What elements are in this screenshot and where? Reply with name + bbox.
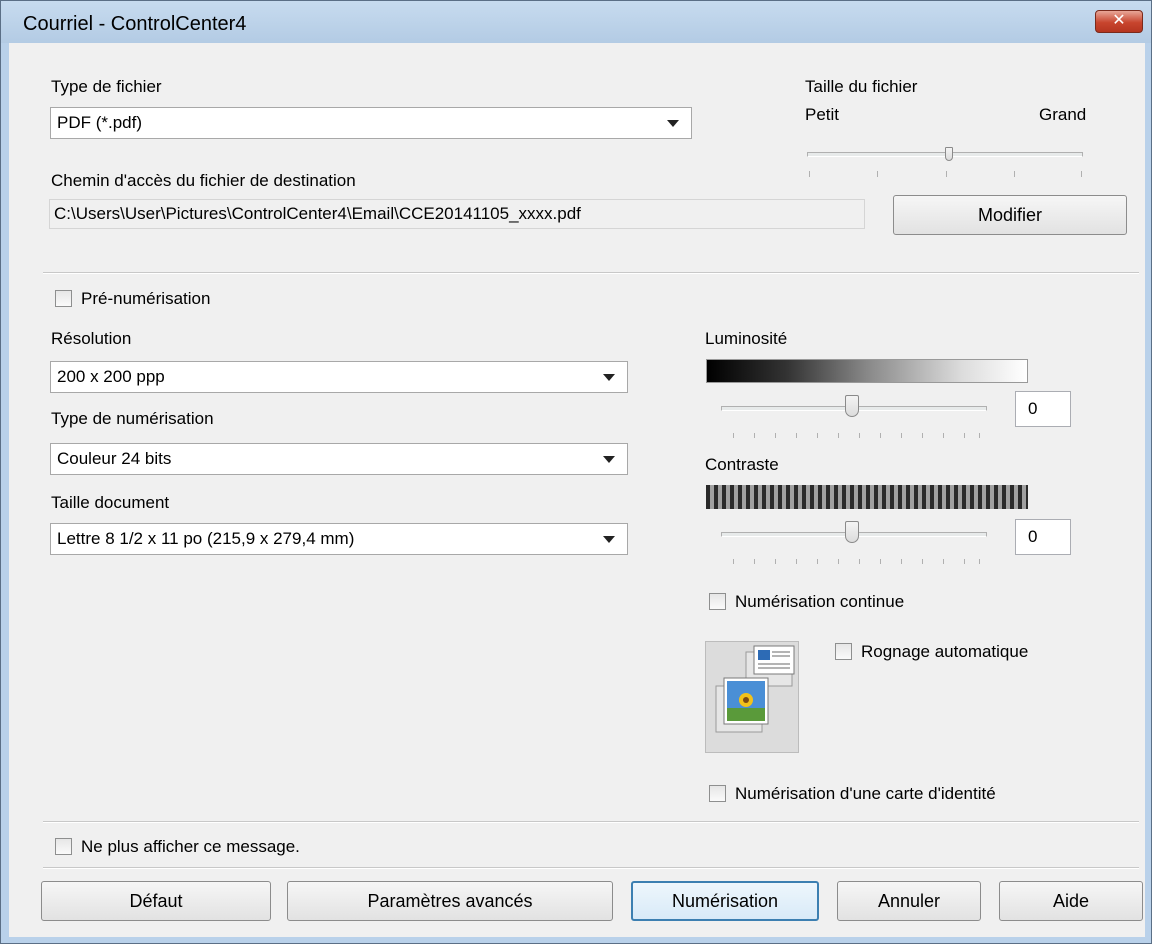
- slider-thumb[interactable]: [845, 521, 859, 543]
- advanced-settings-button[interactable]: Paramètres avancés: [287, 881, 613, 921]
- separator: [43, 867, 1139, 869]
- modify-button[interactable]: Modifier: [893, 195, 1127, 235]
- auto-crop-label: Rognage automatique: [861, 642, 1029, 661]
- slider-tick: [817, 559, 818, 564]
- scan-button[interactable]: Numérisation: [631, 881, 819, 921]
- contrast-slider[interactable]: [709, 515, 999, 575]
- slider-thumb[interactable]: [945, 147, 953, 161]
- auto-crop-checkbox[interactable]: [835, 643, 852, 660]
- cancel-button[interactable]: Annuler: [837, 881, 981, 921]
- slider-thumb[interactable]: [845, 395, 859, 417]
- dialog-content: Type de fichier PDF (*.pdf) Taille du fi…: [9, 43, 1145, 937]
- slider-tick: [979, 559, 980, 564]
- prescan-checkbox[interactable]: [55, 290, 72, 307]
- slider-tick: [901, 559, 902, 564]
- file-size-large-label: Grand: [1039, 105, 1087, 124]
- auto-crop-preview-icon: [705, 641, 799, 753]
- file-type-label: Type de fichier: [51, 77, 162, 96]
- resolution-value: 200 x 200 ppp: [57, 367, 165, 386]
- continuous-scan-checkbox[interactable]: [709, 593, 726, 610]
- auto-crop-illustration-icon: [715, 645, 795, 733]
- slider-tick: [775, 433, 776, 438]
- contrast-pattern: [706, 485, 1028, 509]
- contrast-label: Contraste: [705, 455, 779, 474]
- document-size-value: Lettre 8 1/2 x 11 po (215,9 x 279,4 mm): [57, 529, 355, 548]
- contrast-value-input[interactable]: 0: [1015, 519, 1071, 555]
- slider-tick: [775, 559, 776, 564]
- id-card-scan-label: Numérisation d'une carte d'identité: [735, 784, 996, 803]
- destination-path-label: Chemin d'accès du fichier de destination: [51, 171, 356, 190]
- continuous-scan-label: Numérisation continue: [735, 592, 905, 611]
- file-size-small-label: Petit: [805, 105, 840, 124]
- slider-tick: [838, 433, 839, 438]
- separator: [43, 272, 1139, 274]
- brightness-label: Luminosité: [705, 329, 788, 348]
- slider-tick: [922, 559, 923, 564]
- slider-tick: [880, 559, 881, 564]
- slider-tick: [859, 433, 860, 438]
- close-button[interactable]: ✕: [1095, 10, 1143, 33]
- slider-tick: [1081, 171, 1082, 177]
- brightness-value-input[interactable]: 0: [1015, 391, 1071, 427]
- scan-type-value: Couleur 24 bits: [57, 449, 172, 468]
- scan-type-label: Type de numérisation: [51, 409, 214, 428]
- help-button[interactable]: Aide: [999, 881, 1143, 921]
- dialog-window: Courriel - ControlCenter4 ✕ Type de fich…: [0, 0, 1152, 944]
- slider-tick: [733, 433, 734, 438]
- chevron-down-icon: [603, 456, 615, 463]
- slider-tick: [754, 433, 755, 438]
- separator: [43, 821, 1139, 823]
- document-size-select[interactable]: Lettre 8 1/2 x 11 po (215,9 x 279,4 mm): [50, 523, 628, 555]
- slider-tick: [943, 433, 944, 438]
- title-bar[interactable]: Courriel - ControlCenter4 ✕: [1, 1, 1151, 43]
- file-size-label: Taille du fichier: [805, 77, 918, 96]
- slider-tick: [877, 171, 878, 177]
- chevron-down-icon: [603, 374, 615, 381]
- chevron-down-icon: [667, 120, 679, 127]
- file-size-slider[interactable]: [805, 143, 1085, 183]
- dont-show-checkbox[interactable]: [55, 838, 72, 855]
- scan-type-select[interactable]: Couleur 24 bits: [50, 443, 628, 475]
- slider-tick: [796, 559, 797, 564]
- brightness-gradient: [706, 359, 1028, 383]
- slider-tick: [901, 433, 902, 438]
- slider-tick: [943, 559, 944, 564]
- resolution-label: Résolution: [51, 329, 132, 348]
- slider-tick: [859, 559, 860, 564]
- slider-tick: [1014, 171, 1015, 177]
- destination-path-field[interactable]: C:\Users\User\Pictures\ControlCenter4\Em…: [49, 199, 865, 229]
- slider-tick: [733, 559, 734, 564]
- dont-show-label: Ne plus afficher ce message.: [81, 837, 300, 856]
- slider-tick: [922, 433, 923, 438]
- resolution-select[interactable]: 200 x 200 ppp: [50, 361, 628, 393]
- id-card-scan-checkbox[interactable]: [709, 785, 726, 802]
- slider-tick: [754, 559, 755, 564]
- slider-tick: [809, 171, 810, 177]
- default-button[interactable]: Défaut: [41, 881, 271, 921]
- brightness-slider[interactable]: [709, 389, 999, 449]
- window-title: Courriel - ControlCenter4: [23, 13, 247, 35]
- slider-tick: [946, 171, 947, 177]
- slider-tick: [964, 433, 965, 438]
- document-size-label: Taille document: [51, 493, 170, 512]
- slider-tick: [964, 559, 965, 564]
- slider-tick: [979, 433, 980, 438]
- slider-tick: [817, 433, 818, 438]
- file-type-value: PDF (*.pdf): [57, 113, 143, 132]
- slider-tick: [796, 433, 797, 438]
- chevron-down-icon: [603, 536, 615, 543]
- slider-tick: [838, 559, 839, 564]
- file-type-select[interactable]: PDF (*.pdf): [50, 107, 692, 139]
- prescan-label: Pré-numérisation: [81, 289, 211, 308]
- slider-tick: [880, 433, 881, 438]
